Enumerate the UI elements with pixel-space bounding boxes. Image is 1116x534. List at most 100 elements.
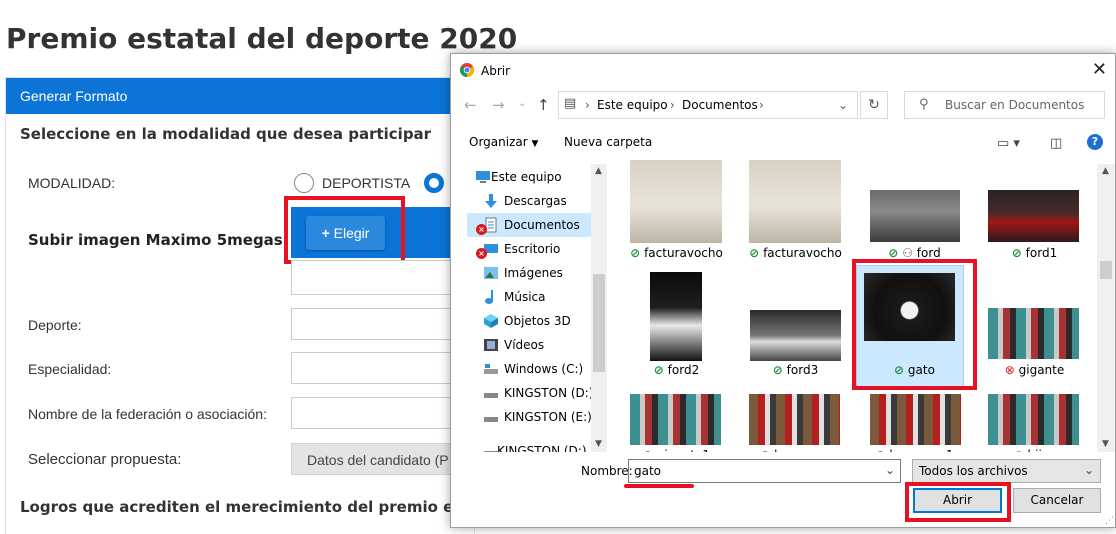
- tree-item-imagenes[interactable]: Imágenes: [467, 261, 591, 285]
- filetype-select[interactable]: Todos los archivos ⌄: [912, 459, 1101, 483]
- file-name: gigante: [1018, 363, 1065, 377]
- file-name: ford: [916, 246, 941, 260]
- scroll-up-icon[interactable]: ▲: [595, 166, 602, 176]
- chrome-icon: [460, 63, 474, 77]
- tree-item-este-equipo[interactable]: Este equipo: [467, 165, 591, 189]
- resize-grip-icon[interactable]: ⋰: [1105, 516, 1114, 526]
- new-folder-button[interactable]: Nueva carpeta: [564, 135, 652, 149]
- chevron-down-icon[interactable]: ⌄: [885, 463, 895, 477]
- tree-item-label: Objetos 3D: [504, 314, 571, 328]
- refresh-button[interactable]: ↻: [860, 91, 888, 119]
- dialog-title: Abrir: [481, 64, 511, 78]
- file-name: ford1: [1025, 246, 1058, 260]
- upload-label: Subir imagen Maximo 5megas: [28, 231, 283, 249]
- breadcrumb-separator: ›: [585, 98, 590, 112]
- file-name: hijos: [1028, 448, 1056, 452]
- tree-item-videos[interactable]: Vídeos: [467, 333, 591, 357]
- tree-item-escritorio[interactable]: × Escritorio: [467, 237, 591, 261]
- help-icon[interactable]: ?: [1087, 134, 1103, 150]
- error-icon: ⊗: [760, 448, 770, 452]
- tree-item-kingston-d[interactable]: KINGSTON (D:): [467, 381, 591, 405]
- back-arrow-icon[interactable]: ←: [464, 96, 477, 114]
- up-arrow-icon[interactable]: ↑: [537, 96, 550, 114]
- deporte-label: Deporte:: [28, 317, 82, 333]
- file-name: ford2: [667, 363, 700, 377]
- filename-value: gato: [634, 464, 662, 478]
- dialog-titlebar[interactable]: Abrir ✕: [451, 54, 1115, 87]
- radio-deportista[interactable]: [294, 173, 314, 193]
- address-bar[interactable]: ▤ › Este equipo › Documentos › ⌄: [558, 91, 858, 119]
- deporte-input[interactable]: [291, 308, 461, 340]
- folder-path-icon: ▤: [564, 96, 577, 111]
- file-name: ford3: [786, 363, 819, 377]
- file-name: facturavocho: [644, 246, 723, 260]
- especialidad-input[interactable]: [291, 352, 461, 384]
- radio-deportista-label: DEPORTISTA: [322, 175, 411, 191]
- tree-item-musica[interactable]: Música: [467, 285, 591, 309]
- tree-item-label: Documentos: [504, 218, 580, 232]
- chevron-down-icon: ⌄: [1083, 463, 1094, 477]
- forward-arrow-icon[interactable]: →: [492, 96, 505, 114]
- error-icon: ⊗: [1004, 363, 1015, 377]
- chevron-down-icon[interactable]: ⌄: [518, 98, 526, 109]
- filename-input[interactable]: gato ⌄: [628, 459, 901, 483]
- organize-menu[interactable]: Organizar ▼: [469, 135, 538, 149]
- radio-other-selected[interactable]: [424, 173, 444, 193]
- tree-item-documentos[interactable]: × Documentos: [467, 213, 591, 237]
- tree-item-label: Imágenes: [504, 266, 563, 280]
- breadcrumb-este-equipo[interactable]: Este equipo: [597, 98, 668, 112]
- tree-item-label: KINGSTON (D:): [497, 444, 587, 452]
- breadcrumb-separator: ›: [670, 98, 675, 112]
- federacion-input[interactable]: [291, 397, 461, 429]
- tree-scrollbar[interactable]: ▲ ▼: [591, 164, 607, 452]
- scroll-down-icon[interactable]: ▼: [595, 439, 602, 449]
- error-badge-icon: ×: [476, 248, 487, 259]
- search-box[interactable]: ⚲ Buscar en Documentos: [904, 91, 1105, 119]
- drive-icon: [484, 364, 498, 374]
- open-highlight-box: [905, 482, 1011, 522]
- panel-header[interactable]: Generar Formato: [6, 78, 474, 114]
- scrollbar-thumb[interactable]: [1100, 261, 1112, 279]
- tree-item-kingston-d-2[interactable]: KINGSTON (D:): [467, 439, 591, 452]
- propuesta-select[interactable]: Datos del candidato (P: [291, 443, 461, 475]
- thumbnail-image: [750, 310, 841, 361]
- file-label: ⊗ gigante: [976, 363, 1093, 377]
- file-label: ⊘ ford3: [737, 363, 854, 377]
- tree-item-label: Este equipo: [491, 170, 562, 184]
- cancel-button[interactable]: Cancelar: [1013, 488, 1101, 513]
- synced-check-icon: ⊘: [1014, 448, 1024, 452]
- tree-item-label: KINGSTON (E:): [504, 410, 591, 424]
- filename-underline: [624, 484, 694, 488]
- filetype-value: Todos los archivos: [919, 464, 1028, 478]
- file-name: facturavocho: [763, 246, 842, 260]
- modality-subtitle: Seleccione en la modalidad que desea par…: [20, 125, 432, 143]
- breadcrumb-separator: ›: [759, 98, 764, 112]
- tree-item-label: Descargas: [504, 194, 567, 208]
- tree-item-objetos-3d[interactable]: Objetos 3D: [467, 309, 591, 333]
- scrollbar-thumb[interactable]: [593, 274, 605, 372]
- chevron-down-icon: ▼: [531, 139, 539, 149]
- tree-item-descargas[interactable]: Descargas: [467, 189, 591, 213]
- view-options-icon[interactable]: ▭ ▾: [997, 136, 1020, 151]
- file-label: ⊗ hegemon1: [856, 448, 973, 452]
- tree-item-kingston-e[interactable]: KINGSTON (E:): [467, 405, 591, 429]
- breadcrumb-documentos[interactable]: Documentos: [682, 98, 758, 112]
- propuesta-label: Seleccionar propuesta:: [28, 451, 182, 468]
- address-dropdown-icon[interactable]: ⌄: [838, 98, 848, 112]
- shared-user-icon: ⚇: [902, 246, 913, 260]
- files-scrollbar[interactable]: ▲ ▼: [1097, 164, 1115, 452]
- thumbnail-image: [650, 272, 702, 361]
- close-icon[interactable]: ✕: [1092, 59, 1107, 80]
- tree-item-windows-c[interactable]: Windows (C:): [467, 357, 591, 381]
- images-folder-icon: [484, 267, 498, 279]
- synced-check-icon: ⊘: [630, 246, 641, 260]
- file-name: hegemon1: [889, 448, 953, 452]
- scroll-down-icon[interactable]: ▼: [1102, 439, 1109, 449]
- scroll-up-icon[interactable]: ▲: [1102, 166, 1109, 176]
- modalidad-label: MODALIDAD:: [28, 175, 116, 191]
- organize-label: Organizar: [469, 135, 528, 149]
- preview-pane-icon[interactable]: ◫: [1050, 136, 1062, 151]
- upload-preview-field: [291, 260, 461, 295]
- music-icon: [485, 290, 493, 304]
- file-label: ⊘ hijos: [976, 448, 1093, 452]
